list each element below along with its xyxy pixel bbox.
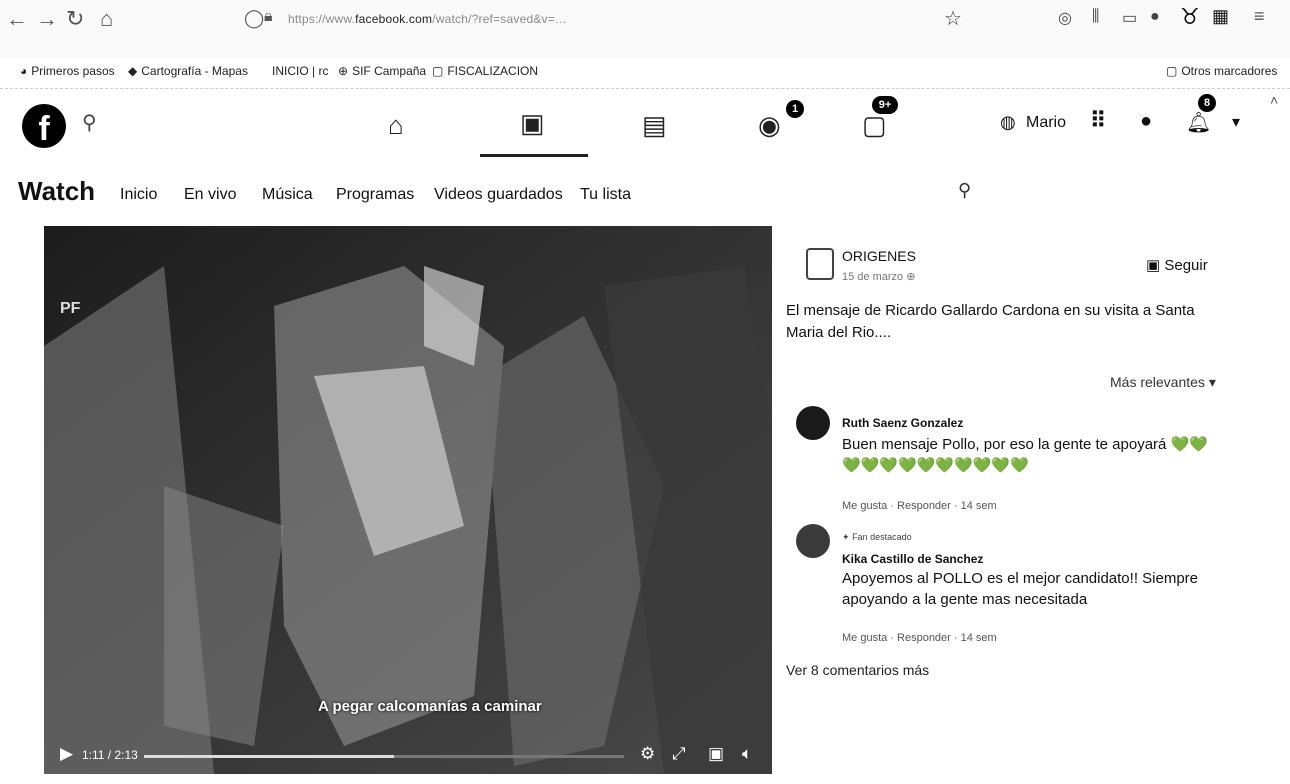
notifications-badge: 8 <box>1198 94 1216 112</box>
follow-button[interactable]: ▣ Seguir <box>1146 256 1208 274</box>
comment-text: Buen mensaje Pollo, por eso la gente te … <box>842 436 1208 474</box>
sidebar-icon[interactable]: ▭ <box>1122 8 1137 28</box>
fullscreen-icon[interactable]: ⤢ <box>672 744 686 764</box>
commenter-avatar[interactable] <box>796 524 830 558</box>
bookmark-cartografia[interactable]: ◆ Cartografía - Mapas <box>128 64 248 78</box>
bookmark-label: SIF Campaña <box>352 64 427 78</box>
other-bookmarks[interactable]: ▢ Otros marcadores <box>1166 64 1277 78</box>
bookmark-label: Cartografía - Mapas <box>141 64 248 78</box>
url-prefix: https://www. <box>288 12 356 26</box>
bookmark-label: FISCALIZACION <box>447 64 539 78</box>
pocket-icon[interactable]: ◎ <box>1058 8 1072 28</box>
settings-icon[interactable]: ⚙ <box>640 744 655 764</box>
groups-icon[interactable]: ◉ <box>758 110 781 141</box>
play-icon[interactable]: ▶ <box>60 744 73 764</box>
facebook-logo[interactable]: f <box>22 104 66 148</box>
bookmark-primeros-pasos[interactable]: ◕ Primeros pasos <box>20 64 115 78</box>
shield-icon[interactable]: ◯ <box>244 8 264 29</box>
library-icon[interactable]: ⫼ <box>1092 8 1099 26</box>
fan-badge: ✦ Fan destacado <box>842 532 912 543</box>
addon-2-icon[interactable]: ▦ <box>1212 6 1229 27</box>
bookmark-label: INICIO | rc <box>272 64 329 78</box>
addon-icon[interactable]: ♉︎ <box>1180 4 1200 30</box>
groups-badge: 1 <box>786 100 804 118</box>
extension-icon[interactable]: ● <box>1150 8 1160 26</box>
comment-sort-dropdown[interactable]: Más relevantes ▾ <box>1110 374 1216 391</box>
folder-icon: ▢ <box>1166 64 1178 78</box>
commenter-name[interactable]: Ruth Saenz Gonzalez <box>842 416 963 430</box>
bookmark-fiscalizacion[interactable]: ▢ FISCALIZACION <box>432 64 538 78</box>
bookmarks-bar: ◕ Primeros pasos ◆ Cartografía - Mapas INI… <box>0 58 1290 89</box>
active-tab-indicator <box>480 154 588 157</box>
video-caption: A pegar calcomanías a caminar <box>318 698 542 715</box>
messenger-icon[interactable]: ● <box>1140 110 1152 133</box>
home-nav-icon[interactable]: ⌂ <box>388 110 404 141</box>
watch-search-icon[interactable]: ⚲ <box>958 180 971 201</box>
browser-toolbar: ← → ↻ ⌂ ◯ 🔒︎ https://www.facebook.com/wa… <box>0 0 1290 58</box>
forward-icon[interactable]: → <box>36 6 58 32</box>
watch-nav-icon[interactable]: ▣ <box>520 108 545 139</box>
pip-icon[interactable]: ▣ <box>708 744 724 764</box>
comment-text: Apoyemos al POLLO es el mejor candidato!… <box>842 570 1199 608</box>
tab-en-vivo[interactable]: En vivo <box>184 186 236 204</box>
account-chevron-icon[interactable]: ▾ <box>1232 112 1240 132</box>
video-controls: ▶ 1:11 / 2:13 ⚙ ⤢ ▣ 🔈︎ <box>44 738 772 774</box>
tab-programas[interactable]: Programas <box>336 186 414 204</box>
home-icon[interactable]: ⌂ <box>100 6 113 32</box>
comment-actions[interactable]: Me gusta · Responder · 14 sem <box>842 500 997 512</box>
fan-badge-label: Fan destacado <box>852 532 912 542</box>
back-icon[interactable]: ← <box>6 6 28 32</box>
pages-badge: 9+ <box>872 96 898 114</box>
bookmark-label: Primeros pasos <box>31 64 115 78</box>
follow-label: Seguir <box>1164 257 1208 274</box>
facebook-header: f ⚲ ⌂ ▣ ▤ ◉ 1 ▢ 9+ ◍ Mario ⠿ ● 🔔︎ 8 ▾ ˄ <box>0 90 1290 160</box>
page-name[interactable]: ORIGENES <box>842 248 916 264</box>
tab-videos-guardados[interactable]: Videos guardados <box>434 186 563 204</box>
reload-icon[interactable]: ↻ <box>66 6 84 32</box>
bookmark-star-icon[interactable]: ☆ <box>944 6 962 31</box>
user-avatar[interactable]: ◍ <box>1000 112 1016 133</box>
menu-icon[interactable]: ≡ <box>1254 6 1265 27</box>
tab-inicio[interactable]: Inicio <box>120 186 157 204</box>
video-watermark: PF <box>60 300 81 317</box>
view-more-comments[interactable]: Ver 8 comentarios más <box>786 662 929 678</box>
globe-icon: ⊕ <box>906 271 916 283</box>
folder-icon: ▢ <box>432 64 444 78</box>
tab-musica[interactable]: Música <box>262 186 313 204</box>
badge-icon: ✦ <box>842 532 850 542</box>
post-date[interactable]: 15 de marzo ⊕ <box>842 270 915 283</box>
progress-bar[interactable] <box>144 755 624 758</box>
pages-icon[interactable]: ▢ <box>862 110 887 141</box>
bookmark-inicio[interactable]: INICIO | rc <box>272 64 328 78</box>
firefox-icon: ◕ <box>20 64 28 78</box>
lock-icon[interactable]: 🔒︎ <box>264 8 273 26</box>
tab-tu-lista[interactable]: Tu lista <box>580 186 631 204</box>
marketplace-icon[interactable]: ▤ <box>642 110 667 141</box>
progress-fill <box>144 755 394 758</box>
follow-icon: ▣ <box>1146 257 1161 274</box>
post-date-text: 15 de marzo <box>842 271 904 283</box>
map-pin-icon: ◆ <box>128 64 138 78</box>
commenter-name[interactable]: Kika Castillo de Sanchez <box>842 552 983 566</box>
volume-icon[interactable]: 🔈︎ <box>742 744 752 764</box>
video-time: 1:11 / 2:13 <box>82 748 138 762</box>
video-player[interactable]: PF <box>44 226 772 774</box>
globe-icon: ⊕ <box>338 64 349 78</box>
scroll-up-icon[interactable]: ˄ <box>1270 92 1278 108</box>
user-name[interactable]: Mario <box>1026 114 1066 132</box>
bell-icon[interactable]: 🔔︎ <box>1186 110 1211 135</box>
url-rest: /watch/?ref=saved&v=… <box>432 12 568 26</box>
commenter-avatar[interactable] <box>796 406 830 440</box>
post-text: El mensaje de Ricardo Gallardo Cardona e… <box>786 302 1195 341</box>
search-icon[interactable]: ⚲ <box>82 110 97 135</box>
page-avatar[interactable] <box>806 248 834 280</box>
video-frame <box>44 226 772 774</box>
comment-actions[interactable]: Me gusta · Responder · 14 sem <box>842 632 997 644</box>
bookmark-sif[interactable]: ⊕ SIF Campaña <box>338 64 426 78</box>
other-bookmarks-label: Otros marcadores <box>1181 64 1278 78</box>
menu-grid-icon[interactable]: ⠿ <box>1090 108 1106 134</box>
url-text[interactable]: https://www.facebook.com/watch/?ref=save… <box>288 12 567 26</box>
watch-title: Watch <box>18 176 96 206</box>
url-domain: facebook.com <box>355 12 433 26</box>
